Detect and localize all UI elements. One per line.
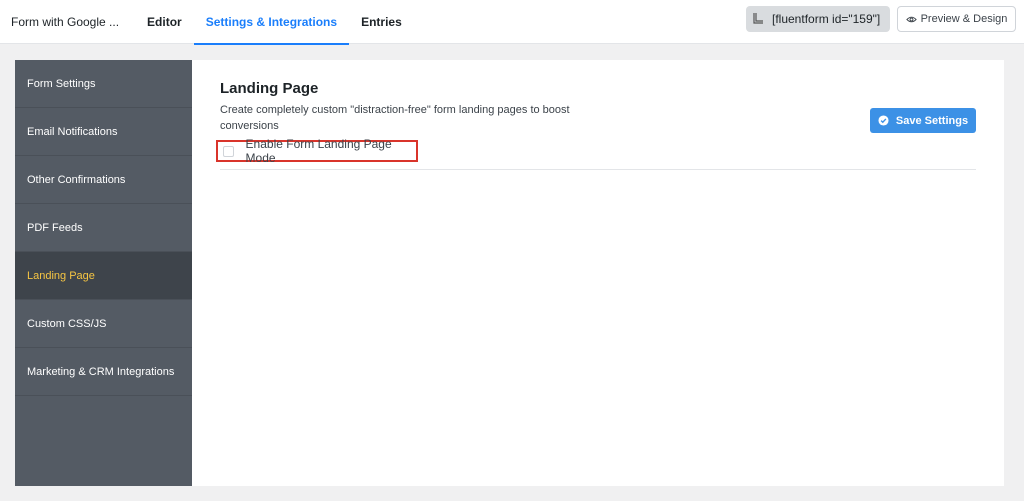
divider — [220, 169, 976, 170]
sidebar-item-other-confirmations[interactable]: Other Confirmations — [15, 156, 192, 204]
check-circle-icon — [878, 115, 889, 126]
page-title: Landing Page — [220, 80, 319, 97]
landing-page-mode-label: Enable Form Landing Page Mode — [245, 137, 392, 165]
copy-icon — [753, 13, 763, 24]
save-settings-button[interactable]: Save Settings — [870, 108, 976, 133]
sidebar-item-email-notifications[interactable]: Email Notifications — [15, 108, 192, 156]
sidebar-item-form-settings[interactable]: Form Settings — [15, 60, 192, 108]
top-bar: Form with Google ... Editor Settings & I… — [0, 0, 1024, 45]
tab-editor[interactable]: Editor — [135, 0, 194, 44]
landing-page-mode-checkbox[interactable] — [223, 145, 234, 157]
preview-label: Preview & Design — [920, 13, 1008, 25]
save-label: Save Settings — [895, 114, 969, 127]
page-description: Create completely custom "distraction-fr… — [220, 104, 570, 132]
form-name[interactable]: Form with Google ... — [0, 0, 135, 44]
preview-design-button[interactable]: Preview & Design — [897, 6, 1016, 32]
settings-sidebar: Form Settings Email Notifications Other … — [15, 60, 192, 486]
sidebar-item-landing-page[interactable]: Landing Page — [15, 252, 192, 300]
top-nav: Form with Google ... Editor Settings & I… — [0, 0, 414, 45]
settings-content: Landing Page Create completely custom "d… — [192, 60, 1004, 486]
sidebar-item-pdf-feeds[interactable]: PDF Feeds — [15, 204, 192, 252]
tab-settings-integrations[interactable]: Settings & Integrations — [193, 0, 350, 45]
eye-icon — [905, 16, 917, 22]
shortcode-copy-button[interactable]: [fluentform id="159"] — [746, 6, 890, 32]
landing-page-mode-toggle[interactable]: Enable Form Landing Page Mode — [216, 137, 418, 165]
shortcode-text: [fluentform id="159"] — [772, 12, 881, 26]
sidebar-item-marketing-crm[interactable]: Marketing & CRM Integrations — [15, 348, 192, 396]
sidebar-item-custom-css-js[interactable]: Custom CSS/JS — [15, 300, 192, 348]
tab-entries[interactable]: Entries — [349, 0, 414, 44]
